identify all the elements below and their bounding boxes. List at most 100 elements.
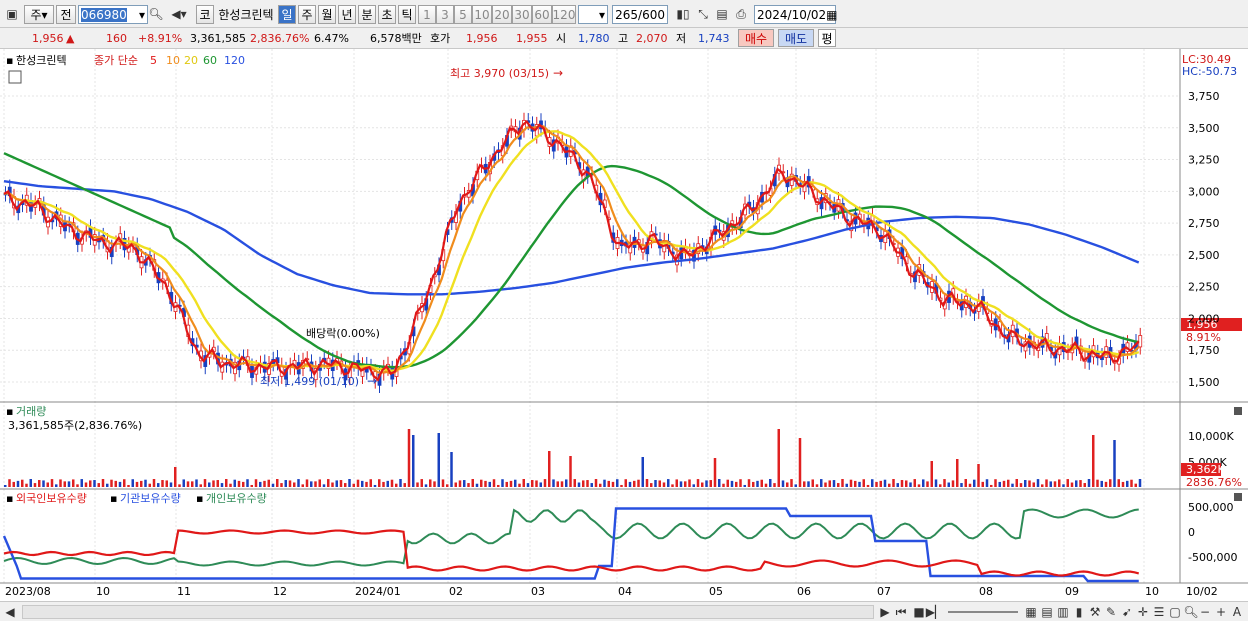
interval-1[interactable]: 1 xyxy=(418,5,436,24)
volume-bar xyxy=(735,481,738,487)
forward-icon[interactable]: ▶▏ xyxy=(926,605,944,619)
tab-second[interactable]: 초 xyxy=(378,5,396,24)
period-mode-button[interactable]: 전 xyxy=(56,5,76,24)
sell-button[interactable]: 매도 xyxy=(778,29,814,47)
print-icon[interactable]: ⎙ xyxy=(732,6,750,22)
tab-month[interactable]: 월 xyxy=(318,5,336,24)
chevron-down-icon[interactable]: ▾ xyxy=(599,8,605,22)
volume-bar xyxy=(72,479,75,487)
stop-icon[interactable]: ■ xyxy=(912,605,926,619)
high-label: 고 xyxy=(618,32,629,45)
panel-menu-icon[interactable]: ▪ xyxy=(6,492,13,505)
panel-menu-icon[interactable]: ▪ xyxy=(110,492,117,505)
interval-120[interactable]: 120 xyxy=(552,5,576,24)
interval-30[interactable]: 30 xyxy=(512,5,532,24)
font-size-icon[interactable]: A xyxy=(1230,605,1244,619)
candle-icon[interactable]: ▮▯ xyxy=(674,6,692,22)
interval-20[interactable]: 20 xyxy=(492,5,512,24)
volume-bar xyxy=(1126,480,1129,487)
volume-bar xyxy=(301,484,304,487)
volume-bar xyxy=(926,481,929,487)
tab-day[interactable]: 일 xyxy=(278,5,296,24)
market-select[interactable]: 주 ▾ xyxy=(24,5,54,24)
layout-icon[interactable]: ▥ xyxy=(1056,605,1070,619)
panel-menu-icon[interactable]: ▪ xyxy=(6,54,13,67)
volume-bar xyxy=(688,479,691,487)
volume-bar xyxy=(671,484,674,487)
tab-week[interactable]: 주 xyxy=(298,5,316,24)
volume-bar xyxy=(178,484,181,487)
zoom-icon[interactable]: 🔍︎ xyxy=(1183,605,1198,619)
interval-60[interactable]: 60 xyxy=(532,5,552,24)
list-icon[interactable]: ☰ xyxy=(1152,605,1166,619)
zoom-in-icon[interactable]: + xyxy=(1214,605,1228,619)
crosshair-icon[interactable]: ✛ xyxy=(1136,605,1150,619)
volume-bar xyxy=(896,483,899,487)
price-panel-name[interactable]: 한성크린텍 xyxy=(16,54,67,67)
volume-bar xyxy=(1049,481,1052,487)
quote-change-pct: +8.91% xyxy=(138,32,183,45)
volume-bar xyxy=(21,479,24,487)
volume-bar xyxy=(339,480,343,487)
table-icon[interactable]: ▤ xyxy=(1040,605,1054,619)
avg-button[interactable]: 평 xyxy=(818,29,836,47)
search-icon[interactable]: 🔍︎ xyxy=(148,6,164,22)
low-label: 저 xyxy=(676,32,687,45)
interval-10[interactable]: 10 xyxy=(472,5,492,24)
tab-tick[interactable]: 틱 xyxy=(398,5,416,24)
volume-bar xyxy=(484,480,487,487)
chart-scrollbar[interactable]: ◀ ▶ ⏮ ■ ▶▏ ▦ ▤ ▥ ▮ ⚒ ✎ ➹ ✛ ☰ ▢ 🔍︎ − + A xyxy=(0,601,1248,621)
scroll-track[interactable] xyxy=(22,605,874,619)
window-icon[interactable]: ▣ xyxy=(4,6,20,22)
volume-bar xyxy=(722,483,725,487)
volume-bar xyxy=(505,481,508,487)
interval-5[interactable]: 5 xyxy=(454,5,472,24)
tools-icon[interactable]: ⚒ xyxy=(1088,605,1102,619)
close-icon[interactable] xyxy=(1234,493,1242,501)
table-icon[interactable] xyxy=(8,70,22,84)
speaker-icon[interactable]: ◀▾ xyxy=(166,6,192,22)
zoom-slider[interactable] xyxy=(948,611,1018,613)
panel-menu-icon[interactable]: ▪ xyxy=(6,405,13,418)
calendar-icon[interactable]: ▦ xyxy=(826,8,837,22)
volume-bar xyxy=(807,481,810,487)
volume-bar xyxy=(692,484,695,487)
date-input[interactable]: 2024/10/02 ▦ xyxy=(754,5,838,24)
volume-bar xyxy=(841,479,844,487)
tab-minute[interactable]: 분 xyxy=(358,5,376,24)
code-dropdown-icon[interactable]: ▾ xyxy=(139,8,147,22)
volume-bar xyxy=(960,483,963,487)
bar-chart-icon[interactable]: ▮ xyxy=(1072,605,1086,619)
draw-line-icon[interactable]: ⤡ xyxy=(694,6,712,22)
panel-menu-icon[interactable]: ▪ xyxy=(196,492,203,505)
close-icon[interactable] xyxy=(1234,407,1242,415)
zoom-out-icon[interactable]: − xyxy=(1198,605,1212,619)
volume-bar xyxy=(650,483,653,487)
page-icon[interactable]: ▢ xyxy=(1168,605,1182,619)
volume-bar xyxy=(1100,480,1103,487)
code-input[interactable]: 066980 ▾ xyxy=(78,5,148,24)
chart-area[interactable]: ▪ 한성크린텍 종가 단순 5 10 20 60 120 LC:30.49 HC… xyxy=(0,49,1248,601)
count-input[interactable]: 265/600 xyxy=(612,5,668,24)
tab-year[interactable]: 년 xyxy=(338,5,356,24)
volume-bar xyxy=(356,479,360,487)
buy-button[interactable]: 매수 xyxy=(738,29,774,47)
interval-3[interactable]: 3 xyxy=(436,5,454,24)
save-icon[interactable]: ▤ xyxy=(714,6,730,22)
play-icon[interactable]: ▶ xyxy=(878,605,892,619)
volume-bar xyxy=(1113,440,1116,487)
grid-icon[interactable]: ▦ xyxy=(1024,605,1038,619)
rewind-icon[interactable]: ⏮ xyxy=(894,605,908,619)
scroll-left-icon[interactable]: ◀ xyxy=(4,605,16,619)
volume-bar xyxy=(582,480,585,487)
volume-bar xyxy=(1053,481,1057,487)
interval-input[interactable]: ▾ xyxy=(578,5,608,24)
volume-bar xyxy=(369,479,372,487)
code-type-button[interactable]: 코 xyxy=(196,5,214,24)
volume-bar xyxy=(46,482,49,487)
volume-bar xyxy=(42,480,45,487)
volume-bar xyxy=(560,481,564,487)
draw-icon[interactable]: ✎ xyxy=(1104,605,1118,619)
volume-bar xyxy=(968,483,972,487)
cursor-icon[interactable]: ➹ xyxy=(1120,605,1134,619)
